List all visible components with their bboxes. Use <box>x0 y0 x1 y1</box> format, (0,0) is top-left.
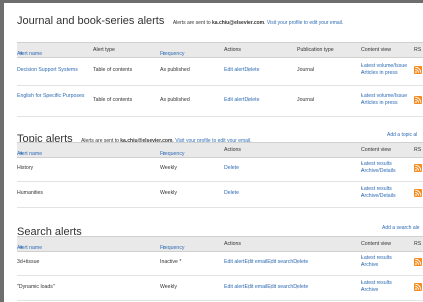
col-actions: Actions <box>224 147 242 153</box>
alert-email: ka.chiu@elsevier.com <box>212 20 265 26</box>
delete-link[interactable]: Delete <box>224 165 239 171</box>
edit-alert-link[interactable]: Edit alert <box>224 259 244 265</box>
journal-section-title: Journal and book-series alerts <box>17 15 165 27</box>
action-separator: | <box>270 284 272 290</box>
edit-alert-link[interactable]: Edit alert <box>224 284 244 290</box>
col-content-view: Content view <box>361 47 391 53</box>
alert-name: "Dynamic loads" <box>17 284 55 290</box>
sort-arrow-icon: ▼ <box>19 245 24 250</box>
table-row: History Weekly Delete • Latest results • … <box>17 157 423 182</box>
window-frame-top <box>0 0 423 3</box>
latest-results-link[interactable]: Latest results <box>361 161 392 168</box>
col-actions: Actions <box>224 241 242 247</box>
archive-details-link[interactable]: Archive/Details <box>361 168 396 175</box>
latest-results-link[interactable]: Latest results <box>361 255 392 262</box>
row-actions: Edit alert | Edit email | Edit search | Delete <box>224 259 308 265</box>
col-rss: RS <box>414 241 422 247</box>
col-actions: Actions <box>224 47 242 53</box>
search-table-header: Alert name ▼ Frequency ⇕ Actions Content v… <box>17 236 423 252</box>
edit-alert-link[interactable]: Edit alert <box>224 67 244 73</box>
table-row: Decision Support Systems Table of conten… <box>17 57 423 86</box>
col-content-view: Content view <box>361 241 391 247</box>
alert-name: History <box>17 165 34 171</box>
latest-results-link[interactable]: Latest results <box>361 186 392 193</box>
note-prefix: Alerts are sent to <box>172 20 211 26</box>
alert-name: Humanities <box>17 190 43 196</box>
col-rss: RS <box>414 147 422 153</box>
col-rss: RS <box>414 47 422 53</box>
rss-icon[interactable] <box>414 164 422 172</box>
alert-name-link[interactable]: English for Specific Purposes <box>17 93 89 100</box>
journal-table-header: Alert name ▼ Alert type Frequency ⇕ Action… <box>17 42 423 58</box>
alert-frequency: Inactive * <box>160 259 182 265</box>
archive-details-link[interactable]: Archive/Details <box>361 193 396 200</box>
action-separator: | <box>296 259 298 265</box>
row-actions: Edit alert | Edit email | Edit search | Delete <box>224 284 308 290</box>
row-actions: Edit alert | Delete <box>224 97 259 103</box>
alert-frequency: Weekly <box>160 190 177 196</box>
table-row: 3d+tissue Inactive * Edit alert | Edit ema… <box>17 251 423 276</box>
latest-results-link[interactable]: Latest results <box>361 280 392 287</box>
rss-icon[interactable] <box>414 66 422 74</box>
topic-table-header: Alert name ▼ Frequency ⇕ Actions Content v… <box>17 142 423 158</box>
action-separator: | <box>247 284 249 290</box>
latest-issue-link[interactable]: Latest volume/Issue <box>361 63 407 70</box>
row-actions: Delete <box>224 165 239 171</box>
table-row: "Dynamic loads" Weekly Edit alert | Edit e… <box>17 276 423 301</box>
add-topic-alert-link[interactable]: Add a topic al <box>387 132 417 138</box>
edit-alert-link[interactable]: Edit alert <box>224 97 244 103</box>
add-search-alert-link[interactable]: Add a search ale <box>382 225 420 231</box>
latest-issue-link[interactable]: Latest volume/Issue <box>361 93 407 100</box>
rss-icon[interactable] <box>414 258 422 266</box>
alert-type: Table of contents <box>93 67 133 73</box>
rss-icon[interactable] <box>414 96 422 104</box>
action-separator: | <box>247 259 249 265</box>
alert-name-link[interactable]: Decision Support Systems <box>17 67 78 73</box>
col-publication-type: Publication type <box>297 47 334 53</box>
col-content-view: Content view <box>361 147 391 153</box>
action-separator: | <box>247 97 249 103</box>
col-alert-type: Alert type <box>93 47 115 53</box>
rss-icon[interactable] <box>414 189 422 197</box>
rss-icon[interactable] <box>414 283 422 291</box>
alert-frequency: Weekly <box>160 165 177 171</box>
publication-type: Journal <box>297 67 315 73</box>
journal-section-header: Journal and book-series alerts Alerts ar… <box>17 11 343 29</box>
sort-arrow-icon: ▼ <box>19 151 24 156</box>
alert-frequency: As published <box>160 97 190 103</box>
publication-type: Journal <box>297 97 315 103</box>
alert-type: Table of contents <box>93 97 133 103</box>
window-frame-left <box>0 0 4 302</box>
row-actions: Delete <box>224 190 239 196</box>
sort-arrow-icon: ▼ <box>19 51 24 56</box>
alert-name: 3d+tissue <box>17 259 40 265</box>
action-separator: | <box>270 259 272 265</box>
archive-link[interactable]: Archive <box>361 262 378 269</box>
row-actions: Edit alert | Delete <box>224 67 259 73</box>
journal-email-note: Alerts are sent to ka.chiu@elsevier.com.… <box>172 20 344 26</box>
alert-frequency: Weekly <box>160 284 177 290</box>
action-separator: | <box>296 284 298 290</box>
table-row: English for Specific Purposes Table of c… <box>17 86 423 117</box>
archive-link[interactable]: Archive <box>361 287 378 294</box>
articles-in-press-link[interactable]: Articles in press <box>361 100 398 107</box>
articles-in-press-link[interactable]: Articles in press <box>361 70 398 77</box>
table-row: Humanities Weekly Delete • Latest result… <box>17 182 423 208</box>
delete-link[interactable]: Delete <box>224 190 239 196</box>
alert-frequency: As published <box>160 67 190 73</box>
edit-email-link[interactable]: Visit your profile to edit your email. <box>267 20 343 26</box>
action-separator: | <box>247 67 249 73</box>
